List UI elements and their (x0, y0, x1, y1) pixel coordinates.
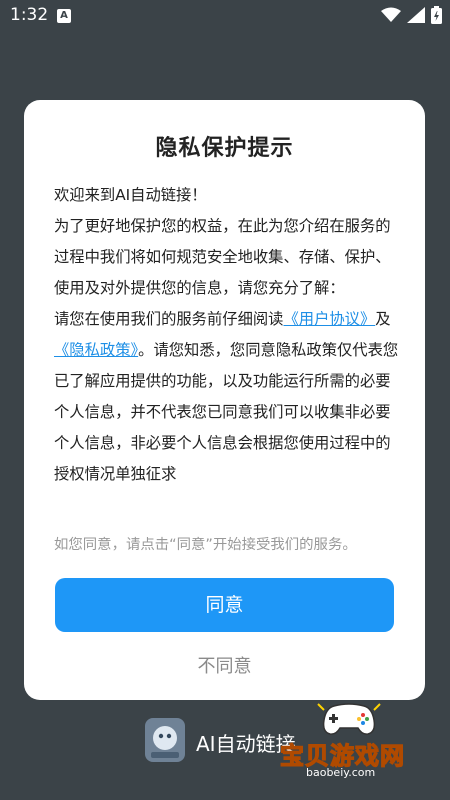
dialog-body[interactable]: 欢迎来到AI自动链接！ 为了更好地保护您的权益，在此为您介绍在服务的过程中我们将… (54, 180, 399, 520)
watermark: 宝贝游戏网 baobeiy.com (272, 700, 432, 784)
notification-badge: A (57, 9, 71, 23)
policy-paragraph: 请您在使用我们的服务前仔细阅读《用户协议》及《隐私政策》。请您知悉，您同意隐私政… (54, 304, 399, 490)
agree-button[interactable]: 同意 (55, 578, 394, 632)
gamepad-icon (317, 703, 381, 735)
dialog-title: 隐私保护提示 (155, 136, 294, 161)
notice-text: 。请您知悉，您同意隐私政策仅代表您已了解应用提供的功能，以及功能运行所需的必要个… (54, 341, 399, 483)
read-prefix-text: 请您在使用我们的服务前仔细阅读 (54, 310, 284, 328)
status-time: 1:32 (10, 5, 49, 25)
status-bar: 1:32 A (0, 0, 450, 32)
watermark-url: baobeiy.com (306, 766, 376, 779)
signal-icon (407, 7, 425, 23)
welcome-text: 欢迎来到AI自动链接！ (54, 186, 207, 204)
intro-text: 为了更好地保护您的权益，在此为您介绍在服务的过程中我们将如何规范安全地收集、存储… (54, 217, 391, 297)
wifi-icon (381, 7, 401, 22)
privacy-policy-link[interactable]: 《隐私政策》 (54, 341, 138, 359)
battery-icon (431, 6, 442, 24)
and-text: 及 (375, 310, 391, 328)
user-agreement-link[interactable]: 《用户协议》 (283, 310, 375, 328)
app-logo (145, 718, 185, 762)
status-icons (381, 6, 442, 24)
disagree-button[interactable]: 不同意 (24, 652, 425, 678)
privacy-dialog: 隐私保护提示 欢迎来到AI自动链接！ 为了更好地保护您的权益，在此为您介绍在服务… (24, 100, 425, 700)
consent-hint: 如您同意，请点击“同意”开始接受我们的服务。 (54, 537, 357, 553)
